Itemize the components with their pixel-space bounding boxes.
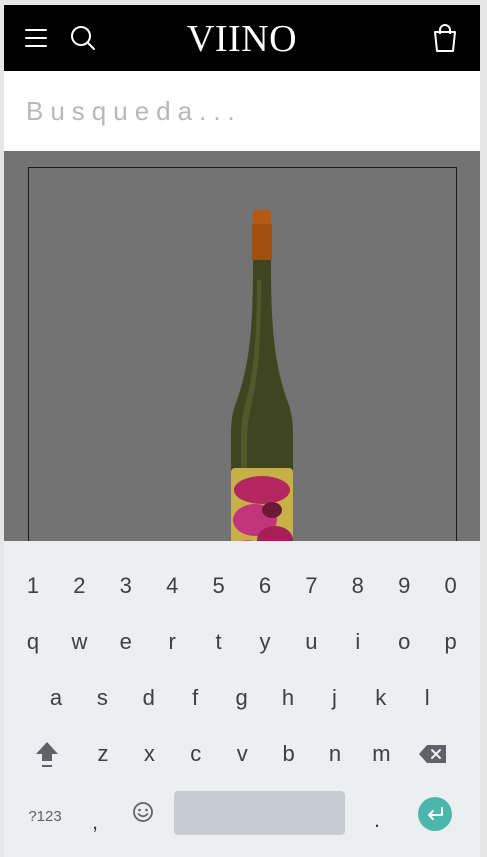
key-h[interactable]: h: [265, 673, 311, 723]
key-0[interactable]: 0: [428, 561, 474, 611]
shopping-bag-icon[interactable]: [428, 21, 462, 55]
key-4[interactable]: 4: [149, 561, 195, 611]
key-7[interactable]: 7: [288, 561, 334, 611]
key-3[interactable]: 3: [103, 561, 149, 611]
wine-bottle-image: [231, 210, 293, 541]
letter-row-1: qwertyuiop: [4, 617, 480, 667]
key-v[interactable]: v: [219, 729, 265, 779]
app-frame: VIINO 1234567890 qwertyuiop as: [4, 5, 480, 857]
results-overlay: [4, 151, 480, 541]
key-a[interactable]: a: [33, 673, 79, 723]
key-2[interactable]: 2: [56, 561, 102, 611]
key-d[interactable]: d: [126, 673, 172, 723]
key-x[interactable]: x: [126, 729, 172, 779]
key-i[interactable]: i: [335, 617, 381, 667]
backspace-icon[interactable]: [410, 729, 456, 779]
on-screen-keyboard: 1234567890 qwertyuiop asdfghjkl zxcvbnm …: [4, 541, 480, 857]
key-e[interactable]: e: [103, 617, 149, 667]
key-r[interactable]: r: [149, 617, 195, 667]
key-f[interactable]: f: [172, 673, 218, 723]
key-u[interactable]: u: [288, 617, 334, 667]
key-p[interactable]: p: [428, 617, 474, 667]
space-bar[interactable]: [174, 791, 345, 835]
key-z[interactable]: z: [80, 729, 126, 779]
top-navigation-bar: VIINO: [4, 5, 480, 71]
letter-row-3: zxcvbnm: [4, 729, 480, 779]
key-o[interactable]: o: [381, 617, 427, 667]
key-w[interactable]: w: [56, 617, 102, 667]
key-9[interactable]: 9: [381, 561, 427, 611]
key-t[interactable]: t: [196, 617, 242, 667]
emoji-icon[interactable]: [120, 787, 166, 837]
comma-key[interactable]: ,: [72, 797, 118, 847]
key-8[interactable]: 8: [335, 561, 381, 611]
period-key[interactable]: .: [354, 795, 400, 845]
key-n[interactable]: n: [312, 729, 358, 779]
search-bar: [4, 71, 480, 151]
letter-row-2: asdfghjkl: [4, 673, 480, 723]
key-c[interactable]: c: [173, 729, 219, 779]
shift-icon[interactable]: [24, 729, 70, 779]
key-5[interactable]: 5: [196, 561, 242, 611]
bottom-row: ?123 , .: [4, 791, 480, 841]
key-k[interactable]: k: [358, 673, 404, 723]
enter-icon[interactable]: [418, 797, 452, 831]
key-q[interactable]: q: [10, 617, 56, 667]
key-l[interactable]: l: [404, 673, 450, 723]
key-1[interactable]: 1: [10, 561, 56, 611]
search-input[interactable]: [26, 87, 456, 135]
product-card[interactable]: [28, 167, 457, 541]
symbols-key[interactable]: ?123: [22, 791, 68, 841]
key-j[interactable]: j: [311, 673, 357, 723]
number-row: 1234567890: [4, 561, 480, 611]
key-s[interactable]: s: [79, 673, 125, 723]
key-g[interactable]: g: [219, 673, 265, 723]
key-6[interactable]: 6: [242, 561, 288, 611]
key-b[interactable]: b: [266, 729, 312, 779]
brand-logo[interactable]: VIINO: [4, 19, 480, 59]
key-m[interactable]: m: [358, 729, 404, 779]
key-y[interactable]: y: [242, 617, 288, 667]
